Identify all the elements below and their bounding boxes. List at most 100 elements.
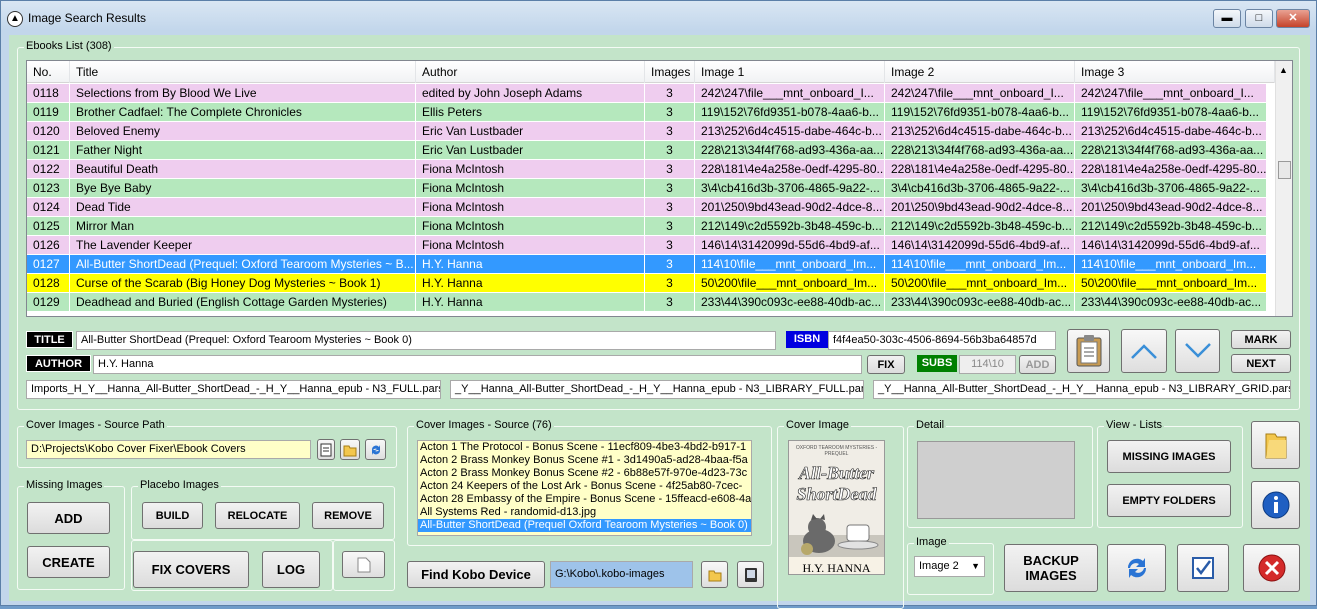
cell-images: 3 [645, 122, 695, 141]
checklist-button[interactable] [1177, 544, 1229, 592]
cell-title: Curse of the Scarab (Big Honey Dog Myste… [70, 274, 416, 293]
cell-i2: 50\200\file___mnt_onboard_Im... [885, 274, 1075, 293]
cell-i1: 3\4\cb416d3b-3706-4865-9a22-... [695, 179, 885, 198]
sync-button[interactable] [1107, 544, 1166, 592]
author-field[interactable]: H.Y. Hanna [93, 355, 862, 374]
title-label: TITLE [26, 331, 73, 348]
col-image1[interactable]: Image 1 [695, 61, 885, 83]
missing-images-list-button[interactable]: MISSING IMAGES [1107, 440, 1231, 473]
cell-images: 3 [645, 84, 695, 103]
cell-i3: 119\152\76fd9351-b078-4aa6-b... [1075, 103, 1267, 122]
fix-button[interactable]: FIX [867, 355, 905, 374]
parsed-full-field[interactable]: Imports_H_Y__Hanna_All-Butter_ShortDead_… [26, 380, 441, 399]
browse-source-button[interactable] [340, 439, 360, 460]
ebooks-grid[interactable]: No. Title Author Images Image 1 Image 2 … [26, 60, 1293, 317]
info-button[interactable] [1251, 481, 1300, 529]
checklist-icon [1192, 557, 1214, 579]
scroll-thumb[interactable] [1278, 161, 1291, 179]
relocate-button[interactable]: RELOCATE [215, 502, 300, 529]
table-row[interactable]: 0118 Selections from By Blood We Live edit… [27, 84, 1267, 103]
table-row[interactable]: 0126 The Lavender Keeper Fiona McIntosh 3 14… [27, 236, 1267, 255]
client-area: Ebooks List (308) No. Title Author Image… [9, 35, 1310, 609]
list-item[interactable]: Acton 1 The Protocol - Bonus Scene - 11e… [418, 441, 751, 454]
build-button[interactable]: BUILD [142, 502, 203, 529]
exit-button[interactable] [1243, 544, 1300, 592]
list-item-selected[interactable]: All-Butter ShortDead (Prequel Oxford Tea… [418, 519, 751, 532]
subs-field[interactable]: 114\10 [959, 355, 1016, 374]
image-select-value: Image 2 [919, 560, 959, 572]
open-folder-button[interactable] [1251, 421, 1300, 469]
maximize-button[interactable]: □ [1245, 9, 1273, 28]
cover-source-list[interactable]: Acton 1 The Protocol - Bonus Scene - 11e… [417, 440, 752, 536]
grid-scrollbar[interactable]: ▲ [1275, 61, 1292, 316]
move-down-button[interactable] [1175, 329, 1220, 373]
col-title[interactable]: Title [70, 61, 416, 83]
clipboard-button[interactable] [1067, 329, 1110, 373]
chevron-down-icon: ▼ [971, 561, 980, 571]
cell-no: 0125 [27, 217, 70, 236]
cell-author: Fiona McIntosh [416, 179, 645, 198]
mark-button[interactable]: MARK [1231, 330, 1291, 349]
folder-icon [1265, 433, 1286, 459]
isbn-label: ISBN [786, 331, 828, 348]
table-row[interactable]: 0123 Bye Bye Baby Fiona McIntosh 3 3\4\cb416… [27, 179, 1267, 198]
minimize-button[interactable]: ▬ [1213, 9, 1241, 28]
source-path-field[interactable]: D:\Projects\Kobo Cover Fixer\Ebook Cover… [26, 440, 311, 459]
refresh-icon [371, 444, 380, 455]
cell-images: 3 [645, 293, 695, 312]
remove-button[interactable]: REMOVE [312, 502, 384, 529]
col-no[interactable]: No. [27, 61, 70, 83]
next-button[interactable]: NEXT [1231, 354, 1291, 373]
scroll-up-arrow-icon[interactable]: ▲ [1279, 65, 1288, 75]
table-row[interactable]: 0129 Deadhead and Buried (English Cottage… [27, 293, 1267, 312]
col-image2[interactable]: Image 2 [885, 61, 1075, 83]
list-item[interactable]: Acton 24 Keepers of the Lost Ark - Bonus… [418, 480, 751, 493]
parsed-library-grid-field[interactable]: _Y__Hanna_All-Butter_ShortDead_-_H_Y__Ha… [873, 380, 1291, 399]
table-row[interactable]: 0127 All-Butter ShortDead (Prequel: Oxfor… [27, 255, 1267, 274]
close-window-button[interactable]: ✕ [1276, 9, 1310, 28]
detail-label: Detail [914, 419, 947, 431]
list-item[interactable]: Acton 28 Embassy of the Empire - Bonus S… [418, 493, 751, 506]
kobo-device-button[interactable] [737, 561, 764, 588]
refresh-source-button[interactable] [365, 439, 386, 460]
parsed-library-full-field[interactable]: _Y__Hanna_All-Butter_ShortDead_-_H_Y__Ha… [450, 380, 864, 399]
kobo-path-field[interactable]: G:\Kobo\.kobo-images [550, 561, 693, 588]
find-kobo-button[interactable]: Find Kobo Device [407, 561, 545, 588]
table-row[interactable]: 0125 Mirror Man Fiona McIntosh 3 212\149\c2d… [27, 217, 1267, 236]
list-item[interactable]: Acton 2 Brass Monkey Bonus Scene #1 - 3d… [418, 454, 751, 467]
table-row[interactable]: 0121 Father Night Eric Van Lustbader 3 228\2… [27, 141, 1267, 160]
cell-i1: 233\44\390c093c-ee88-40db-ac... [695, 293, 885, 312]
table-row[interactable]: 0119 Brother Cadfael: The Complete Chroni… [27, 103, 1267, 122]
move-up-button[interactable] [1121, 329, 1167, 373]
table-row[interactable]: 0122 Beautiful Death Fiona McIntosh 3 228\18… [27, 160, 1267, 179]
backup-images-button[interactable]: BACKUP IMAGES [1004, 544, 1098, 592]
main-window: ▲ Image Search Results ▬ □ ✕ Ebooks List… [0, 0, 1317, 609]
col-image3[interactable]: Image 3 [1075, 61, 1275, 83]
subs-add-button[interactable]: ADD [1019, 355, 1056, 374]
open-source-path-button[interactable] [317, 439, 335, 460]
cell-no: 0121 [27, 141, 70, 160]
cell-no: 0124 [27, 198, 70, 217]
log-button[interactable]: LOG [262, 551, 320, 588]
image-select-dropdown[interactable]: Image 2 ▼ [914, 556, 985, 577]
image-select-label: Image [914, 536, 949, 548]
col-author[interactable]: Author [416, 61, 645, 83]
empty-folders-button[interactable]: EMPTY FOLDERS [1107, 484, 1231, 517]
col-images[interactable]: Images [645, 61, 695, 83]
cell-i2: 114\10\file___mnt_onboard_Im... [885, 255, 1075, 274]
title-field[interactable]: All-Butter ShortDead (Prequel: Oxford Te… [76, 331, 776, 350]
create-button[interactable]: CREATE [27, 546, 110, 578]
table-row[interactable]: 0124 Dead Tide Fiona McIntosh 3 201\250\9bd4… [27, 198, 1267, 217]
list-item[interactable]: All Systems Red - randomid-d13.jpg [418, 506, 751, 519]
notes-button[interactable] [342, 551, 385, 578]
list-item[interactable]: Acton 2 Brass Monkey Bonus Scene #2 - 6b… [418, 467, 751, 480]
isbn-field[interactable]: f4f4ea50-303c-4506-8694-56b3ba64857d [828, 331, 1056, 350]
close-circle-icon [1258, 554, 1285, 582]
browse-kobo-button[interactable] [701, 561, 728, 588]
table-row[interactable]: 0120 Beloved Enemy Eric Van Lustbader 3 213\… [27, 122, 1267, 141]
table-row[interactable]: 0128 Curse of the Scarab (Big Honey Dog M… [27, 274, 1267, 293]
missing-add-button[interactable]: ADD [27, 502, 110, 534]
source-path-label: Cover Images - Source Path [24, 419, 167, 431]
cell-i3: 201\250\9bd43ead-90d2-4dce-8... [1075, 198, 1267, 217]
fix-covers-button[interactable]: FIX COVERS [133, 551, 249, 588]
